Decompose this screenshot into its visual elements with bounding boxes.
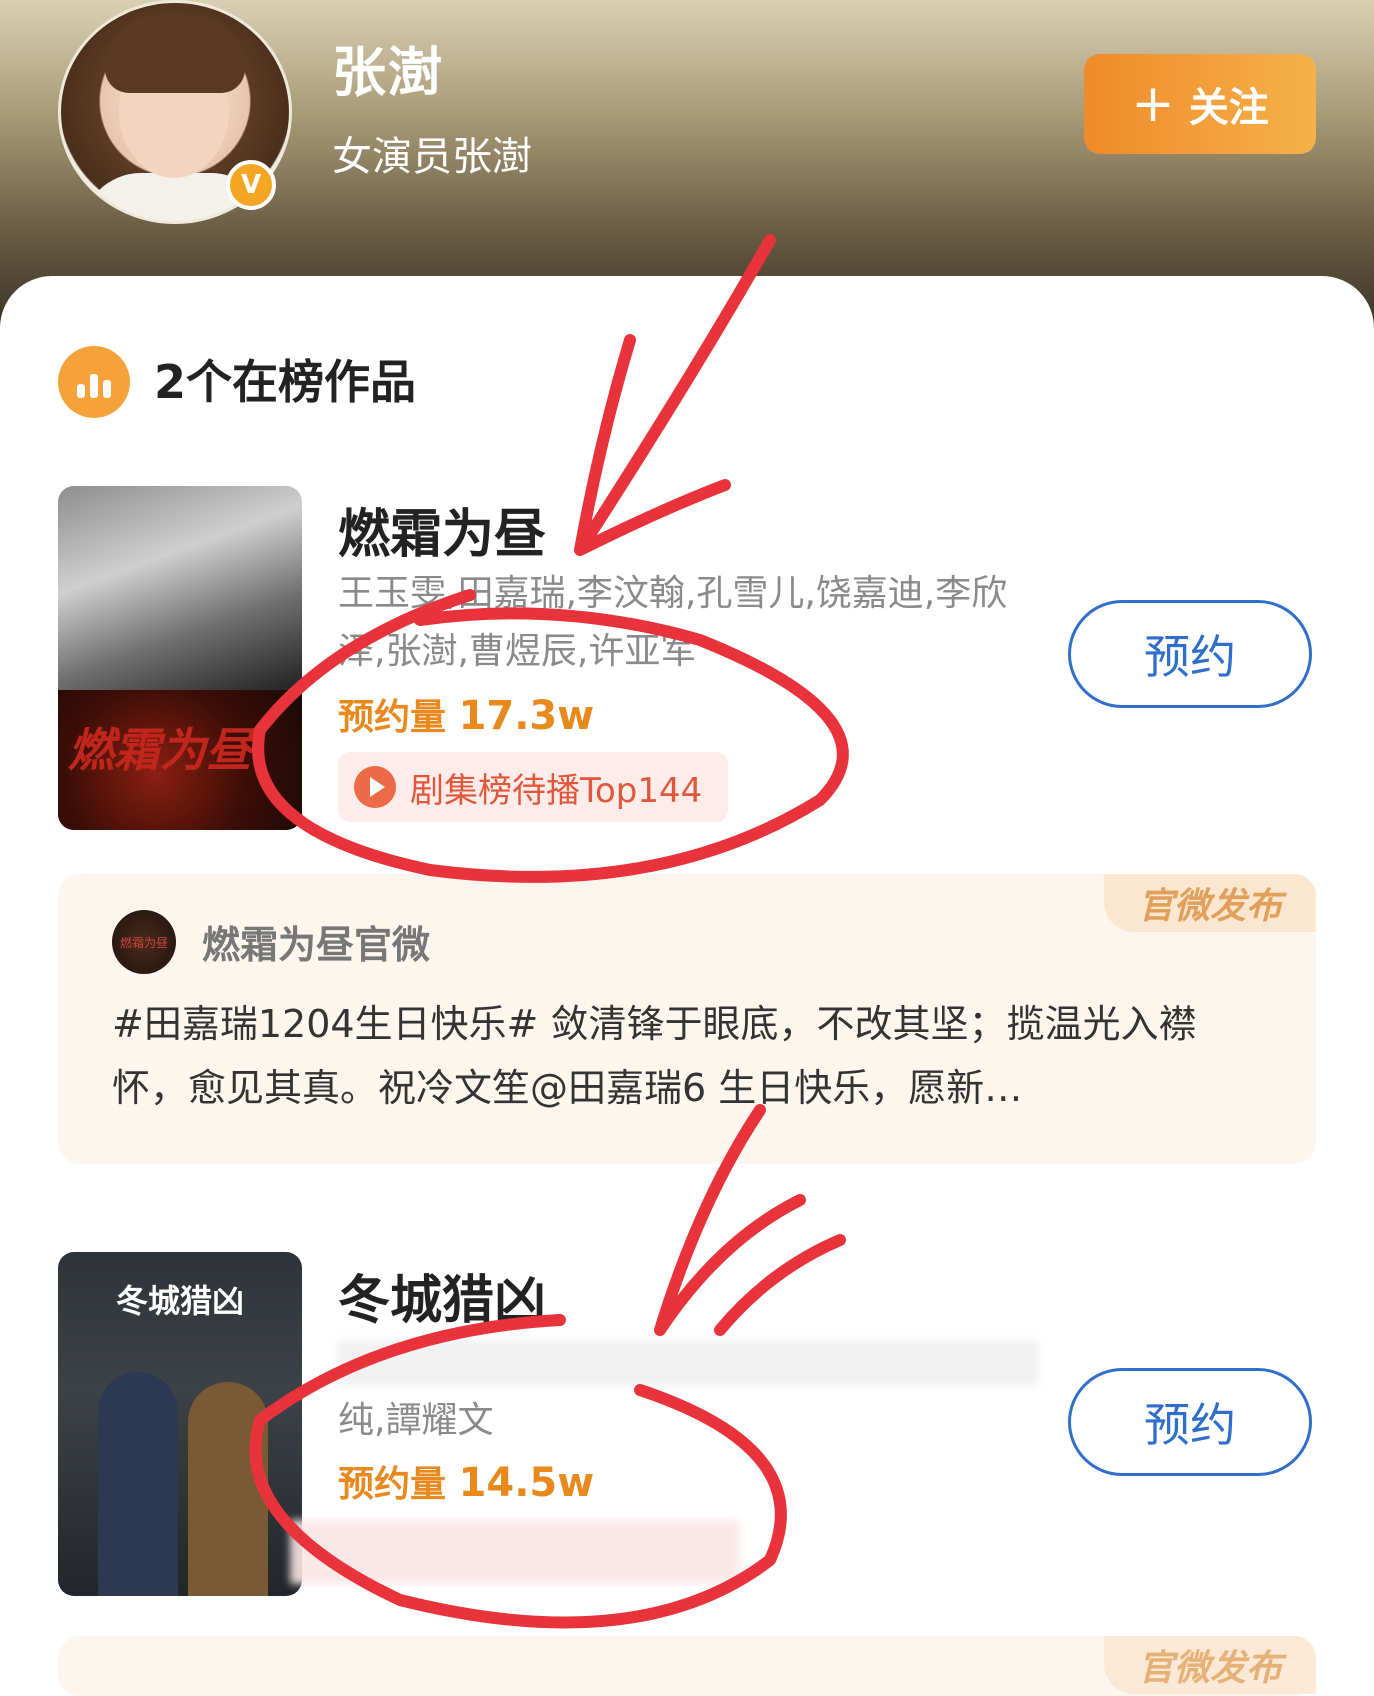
official-tag: 官微发布 [1104, 1636, 1316, 1694]
bar-chart-icon [58, 346, 130, 418]
reserve-value: 17.3w [458, 693, 595, 739]
section-title: 2个在榜作品 [154, 355, 417, 409]
profile-name: 张澍 [332, 41, 444, 104]
poster-work-1[interactable]: 燃霜为昼 [58, 486, 302, 830]
reserve-count: 预约量 17.3w [338, 688, 594, 740]
blurred-cast-line [338, 1340, 1038, 1386]
verified-icon: V [226, 160, 276, 210]
official-post-2[interactable]: 官微发布 [58, 1636, 1316, 1696]
rank-tag-label: 剧集榜待播Top144 [410, 770, 703, 811]
official-account-name[interactable]: 燃霜为昼官微 [202, 914, 430, 969]
plus-icon: + [1131, 74, 1175, 134]
official-avatar[interactable]: 燃霜为昼 [112, 910, 176, 974]
official-post[interactable]: 官微发布 燃霜为昼 燃霜为昼官微 #田嘉瑞1204生日快乐# 敛清锋于眼底，不改… [58, 874, 1316, 1164]
official-post-text: #田嘉瑞1204生日快乐# 敛清锋于眼底，不改其坚；揽温光入襟怀，愈见其真。祝冷… [112, 1002, 1197, 1110]
work-title[interactable]: 燃霜为昼 [338, 492, 546, 567]
reserve-value: 14.5w [458, 1460, 595, 1506]
follow-label: 关注 [1188, 85, 1269, 131]
work-cast: 纯,譚耀文 [338, 1400, 494, 1441]
profile-subtitle: 女演员张澍 [332, 134, 532, 180]
reserve-button[interactable]: 预约 [1068, 600, 1312, 708]
blurred-rank-tag [290, 1520, 740, 1584]
rank-tag[interactable]: 剧集榜待播Top144 [338, 752, 729, 822]
poster-title: 冬城猎凶 [116, 1282, 245, 1320]
follow-button[interactable]: + 关注 [1084, 54, 1316, 154]
poster-title: 燃霜为昼 [68, 723, 252, 777]
reserve-button[interactable]: 预约 [1068, 1368, 1312, 1476]
work-title[interactable]: 冬城猎凶 [338, 1258, 546, 1333]
reserve-label: 预约量 [338, 697, 447, 738]
reserve-count: 预约量 14.5w [338, 1455, 594, 1507]
poster-work-2[interactable]: 冬城猎凶 [58, 1252, 302, 1596]
reserve-label: 预约量 [338, 1464, 447, 1505]
work-cast: 王玉雯,田嘉瑞,李汶翰,孔雪儿,饶嘉迪,李欣泽,张澍,曹煜辰,许亚军 [338, 573, 1008, 672]
official-tag: 官微发布 [1104, 874, 1316, 932]
play-icon [354, 766, 396, 808]
